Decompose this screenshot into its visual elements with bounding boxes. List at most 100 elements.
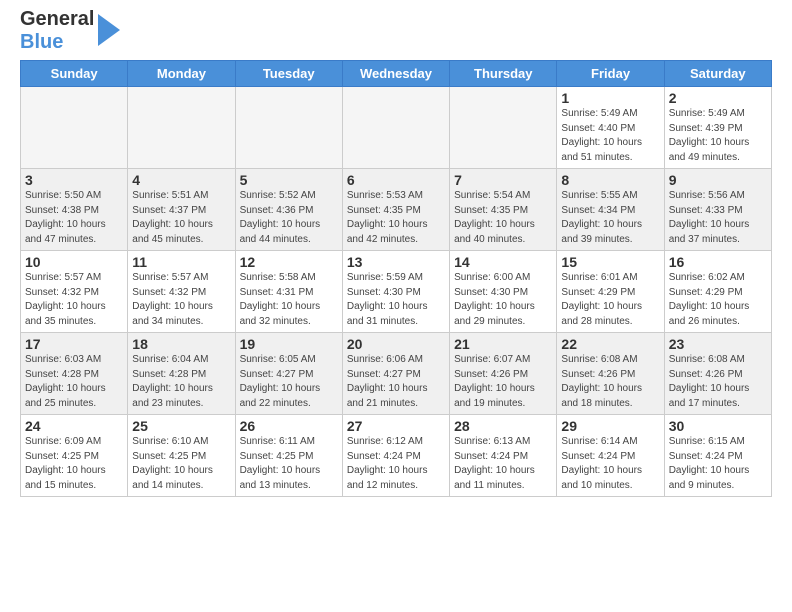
- day-info: Sunrise: 6:07 AM Sunset: 4:26 PM Dayligh…: [454, 353, 552, 411]
- day-info: Sunrise: 5:57 AM Sunset: 4:32 PM Dayligh…: [25, 271, 123, 329]
- day-info: Sunrise: 5:51 AM Sunset: 4:37 PM Dayligh…: [132, 189, 230, 247]
- calendar-cell: 14Sunrise: 6:00 AM Sunset: 4:30 PM Dayli…: [450, 251, 557, 333]
- calendar-cell: 8Sunrise: 5:55 AM Sunset: 4:34 PM Daylig…: [557, 169, 664, 251]
- day-info: Sunrise: 6:03 AM Sunset: 4:28 PM Dayligh…: [25, 353, 123, 411]
- calendar-cell: 19Sunrise: 6:05 AM Sunset: 4:27 PM Dayli…: [235, 333, 342, 415]
- day-number: 4: [132, 172, 230, 188]
- day-info: Sunrise: 6:11 AM Sunset: 4:25 PM Dayligh…: [240, 435, 338, 493]
- calendar-cell: 1Sunrise: 5:49 AM Sunset: 4:40 PM Daylig…: [557, 87, 664, 169]
- day-number: 30: [669, 418, 767, 434]
- calendar-week-2: 3Sunrise: 5:50 AM Sunset: 4:38 PM Daylig…: [21, 169, 772, 251]
- day-info: Sunrise: 5:49 AM Sunset: 4:39 PM Dayligh…: [669, 107, 767, 165]
- calendar-cell: 30Sunrise: 6:15 AM Sunset: 4:24 PM Dayli…: [664, 415, 771, 497]
- day-number: 24: [25, 418, 123, 434]
- calendar-cell: 21Sunrise: 6:07 AM Sunset: 4:26 PM Dayli…: [450, 333, 557, 415]
- calendar-cell: 6Sunrise: 5:53 AM Sunset: 4:35 PM Daylig…: [342, 169, 449, 251]
- day-number: 15: [561, 254, 659, 270]
- day-info: Sunrise: 5:50 AM Sunset: 4:38 PM Dayligh…: [25, 189, 123, 247]
- day-number: 13: [347, 254, 445, 270]
- day-info: Sunrise: 6:06 AM Sunset: 4:27 PM Dayligh…: [347, 353, 445, 411]
- day-number: 10: [25, 254, 123, 270]
- calendar-cell: 17Sunrise: 6:03 AM Sunset: 4:28 PM Dayli…: [21, 333, 128, 415]
- day-header-wednesday: Wednesday: [342, 61, 449, 87]
- logo-text: General Blue: [20, 8, 94, 54]
- day-info: Sunrise: 6:10 AM Sunset: 4:25 PM Dayligh…: [132, 435, 230, 493]
- calendar-cell: 25Sunrise: 6:10 AM Sunset: 4:25 PM Dayli…: [128, 415, 235, 497]
- day-number: 1: [561, 90, 659, 106]
- day-info: Sunrise: 6:02 AM Sunset: 4:29 PM Dayligh…: [669, 271, 767, 329]
- day-info: Sunrise: 5:53 AM Sunset: 4:35 PM Dayligh…: [347, 189, 445, 247]
- day-info: Sunrise: 5:58 AM Sunset: 4:31 PM Dayligh…: [240, 271, 338, 329]
- day-info: Sunrise: 5:55 AM Sunset: 4:34 PM Dayligh…: [561, 189, 659, 247]
- day-number: 12: [240, 254, 338, 270]
- day-header-friday: Friday: [557, 61, 664, 87]
- day-info: Sunrise: 6:01 AM Sunset: 4:29 PM Dayligh…: [561, 271, 659, 329]
- day-number: 28: [454, 418, 552, 434]
- calendar-cell: [450, 87, 557, 169]
- day-number: 3: [25, 172, 123, 188]
- calendar-cell: 3Sunrise: 5:50 AM Sunset: 4:38 PM Daylig…: [21, 169, 128, 251]
- day-number: 22: [561, 336, 659, 352]
- calendar-cell: 16Sunrise: 6:02 AM Sunset: 4:29 PM Dayli…: [664, 251, 771, 333]
- calendar-cell: 7Sunrise: 5:54 AM Sunset: 4:35 PM Daylig…: [450, 169, 557, 251]
- calendar-cell: 24Sunrise: 6:09 AM Sunset: 4:25 PM Dayli…: [21, 415, 128, 497]
- calendar-cell: 29Sunrise: 6:14 AM Sunset: 4:24 PM Dayli…: [557, 415, 664, 497]
- day-number: 18: [132, 336, 230, 352]
- calendar-cell: 23Sunrise: 6:08 AM Sunset: 4:26 PM Dayli…: [664, 333, 771, 415]
- day-number: 20: [347, 336, 445, 352]
- day-number: 11: [132, 254, 230, 270]
- calendar-cell: 18Sunrise: 6:04 AM Sunset: 4:28 PM Dayli…: [128, 333, 235, 415]
- calendar-week-4: 17Sunrise: 6:03 AM Sunset: 4:28 PM Dayli…: [21, 333, 772, 415]
- day-number: 9: [669, 172, 767, 188]
- day-info: Sunrise: 5:56 AM Sunset: 4:33 PM Dayligh…: [669, 189, 767, 247]
- calendar-cell: 9Sunrise: 5:56 AM Sunset: 4:33 PM Daylig…: [664, 169, 771, 251]
- calendar-week-3: 10Sunrise: 5:57 AM Sunset: 4:32 PM Dayli…: [21, 251, 772, 333]
- day-info: Sunrise: 6:12 AM Sunset: 4:24 PM Dayligh…: [347, 435, 445, 493]
- header: General Blue: [20, 8, 772, 54]
- day-info: Sunrise: 5:54 AM Sunset: 4:35 PM Dayligh…: [454, 189, 552, 247]
- day-number: 2: [669, 90, 767, 106]
- day-number: 7: [454, 172, 552, 188]
- day-header-tuesday: Tuesday: [235, 61, 342, 87]
- calendar-cell: 20Sunrise: 6:06 AM Sunset: 4:27 PM Dayli…: [342, 333, 449, 415]
- calendar: SundayMondayTuesdayWednesdayThursdayFrid…: [20, 60, 772, 497]
- calendar-cell: 13Sunrise: 5:59 AM Sunset: 4:30 PM Dayli…: [342, 251, 449, 333]
- day-info: Sunrise: 6:08 AM Sunset: 4:26 PM Dayligh…: [669, 353, 767, 411]
- day-info: Sunrise: 6:00 AM Sunset: 4:30 PM Dayligh…: [454, 271, 552, 329]
- calendar-cell: 10Sunrise: 5:57 AM Sunset: 4:32 PM Dayli…: [21, 251, 128, 333]
- day-info: Sunrise: 6:05 AM Sunset: 4:27 PM Dayligh…: [240, 353, 338, 411]
- calendar-cell: [235, 87, 342, 169]
- day-header-sunday: Sunday: [21, 61, 128, 87]
- day-header-thursday: Thursday: [450, 61, 557, 87]
- day-info: Sunrise: 6:09 AM Sunset: 4:25 PM Dayligh…: [25, 435, 123, 493]
- day-number: 21: [454, 336, 552, 352]
- day-number: 16: [669, 254, 767, 270]
- day-number: 8: [561, 172, 659, 188]
- calendar-cell: [342, 87, 449, 169]
- calendar-cell: 28Sunrise: 6:13 AM Sunset: 4:24 PM Dayli…: [450, 415, 557, 497]
- day-number: 5: [240, 172, 338, 188]
- logo-arrow-icon: [98, 14, 120, 46]
- day-number: 23: [669, 336, 767, 352]
- day-number: 17: [25, 336, 123, 352]
- calendar-cell: 15Sunrise: 6:01 AM Sunset: 4:29 PM Dayli…: [557, 251, 664, 333]
- calendar-cell: [128, 87, 235, 169]
- day-info: Sunrise: 6:13 AM Sunset: 4:24 PM Dayligh…: [454, 435, 552, 493]
- day-number: 26: [240, 418, 338, 434]
- day-header-monday: Monday: [128, 61, 235, 87]
- day-info: Sunrise: 6:04 AM Sunset: 4:28 PM Dayligh…: [132, 353, 230, 411]
- day-number: 14: [454, 254, 552, 270]
- day-number: 29: [561, 418, 659, 434]
- logo: General Blue: [20, 8, 120, 54]
- day-info: Sunrise: 6:14 AM Sunset: 4:24 PM Dayligh…: [561, 435, 659, 493]
- day-info: Sunrise: 5:52 AM Sunset: 4:36 PM Dayligh…: [240, 189, 338, 247]
- day-number: 6: [347, 172, 445, 188]
- calendar-cell: 2Sunrise: 5:49 AM Sunset: 4:39 PM Daylig…: [664, 87, 771, 169]
- day-number: 19: [240, 336, 338, 352]
- calendar-cell: 4Sunrise: 5:51 AM Sunset: 4:37 PM Daylig…: [128, 169, 235, 251]
- day-info: Sunrise: 6:15 AM Sunset: 4:24 PM Dayligh…: [669, 435, 767, 493]
- calendar-cell: [21, 87, 128, 169]
- calendar-cell: 11Sunrise: 5:57 AM Sunset: 4:32 PM Dayli…: [128, 251, 235, 333]
- day-info: Sunrise: 6:08 AM Sunset: 4:26 PM Dayligh…: [561, 353, 659, 411]
- calendar-cell: 22Sunrise: 6:08 AM Sunset: 4:26 PM Dayli…: [557, 333, 664, 415]
